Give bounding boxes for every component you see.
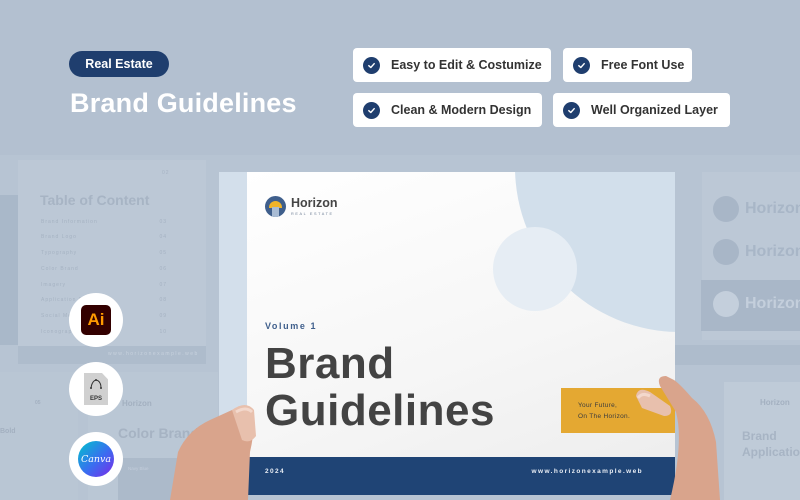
logo-mark-icon (713, 196, 739, 222)
brand-name: Horizon (291, 196, 338, 211)
adobe-illustrator-icon: Ai (81, 305, 111, 335)
website-label: www.horizonexample.web (531, 468, 643, 475)
toc-footer: www.horizonexample.web (18, 346, 206, 364)
faded-logo: Horizon (713, 239, 800, 265)
decorative-circle-small (493, 227, 577, 311)
toc-row: Typography 05 (41, 250, 167, 256)
volume-label: Volume 1 (265, 321, 318, 331)
year-label: 2024 (265, 468, 286, 475)
check-circle-icon (363, 101, 380, 119)
logo-mark-icon (713, 239, 739, 265)
hero-title: Brand Guidelines (70, 88, 297, 118)
faded-logo: Horizon (713, 196, 800, 222)
canva-icon: Canva (78, 441, 114, 477)
horizon-logo-icon (265, 196, 286, 217)
toc-row: Brand Logo 04 (41, 234, 167, 240)
toc-page-number: 02 (162, 170, 170, 176)
logo-mark-icon (713, 291, 739, 317)
feature-badge: Free Font Use (563, 48, 692, 82)
check-circle-icon (573, 56, 590, 74)
cover-title: Brand Guidelines (265, 339, 495, 435)
feature-badge: Well Organized Layer (553, 93, 730, 127)
bold-label: Bold (0, 428, 16, 435)
bg-page-footer (675, 345, 800, 365)
feature-label: Easy to Edit & Costumize (391, 58, 542, 72)
right-hand-image (636, 376, 720, 500)
bg-page-typography (0, 372, 78, 500)
faded-logo: Horizon (713, 291, 800, 317)
toc-row: Brand Information 03 (41, 219, 167, 225)
left-hand-image (170, 405, 256, 500)
eps-file-icon: EPS (84, 373, 108, 405)
eps-file-badge: EPS (69, 362, 123, 416)
bg-page-image (0, 195, 18, 345)
feature-badge: Clean & Modern Design (353, 93, 542, 127)
brand-application-title: BrandApplication (742, 429, 800, 460)
faded-logo-word: Horizon (122, 399, 152, 408)
canva-badge: Canva (69, 432, 123, 486)
cover-footer: 2024 www.horizonexample.web (247, 457, 675, 495)
category-tag: Real Estate (69, 51, 169, 77)
feature-label: Free Font Use (601, 58, 685, 72)
feature-badge: Easy to Edit & Costumize (353, 48, 551, 82)
horizon-logo: Horizon REAL ESTATE (265, 196, 338, 217)
color-page-number: 05 (35, 400, 41, 406)
faded-logo-word: Horizon (760, 398, 790, 407)
toc-row: Imagery 07 (41, 282, 167, 288)
check-circle-icon (563, 101, 580, 119)
toc-row: Color Brand 06 (41, 266, 167, 272)
brand-subtitle: REAL ESTATE (291, 211, 334, 216)
toc-title: Table of Content (40, 192, 150, 208)
feature-label: Well Organized Layer (591, 103, 718, 117)
brand-guidelines-cover: Horizon REAL ESTATE Volume 1 Brand Guide… (247, 172, 675, 495)
check-circle-icon (363, 56, 380, 74)
feature-label: Clean & Modern Design (391, 103, 532, 117)
tagline: Your Future, On The Horizon. (578, 401, 631, 420)
adobe-illustrator-badge: Ai (69, 293, 123, 347)
